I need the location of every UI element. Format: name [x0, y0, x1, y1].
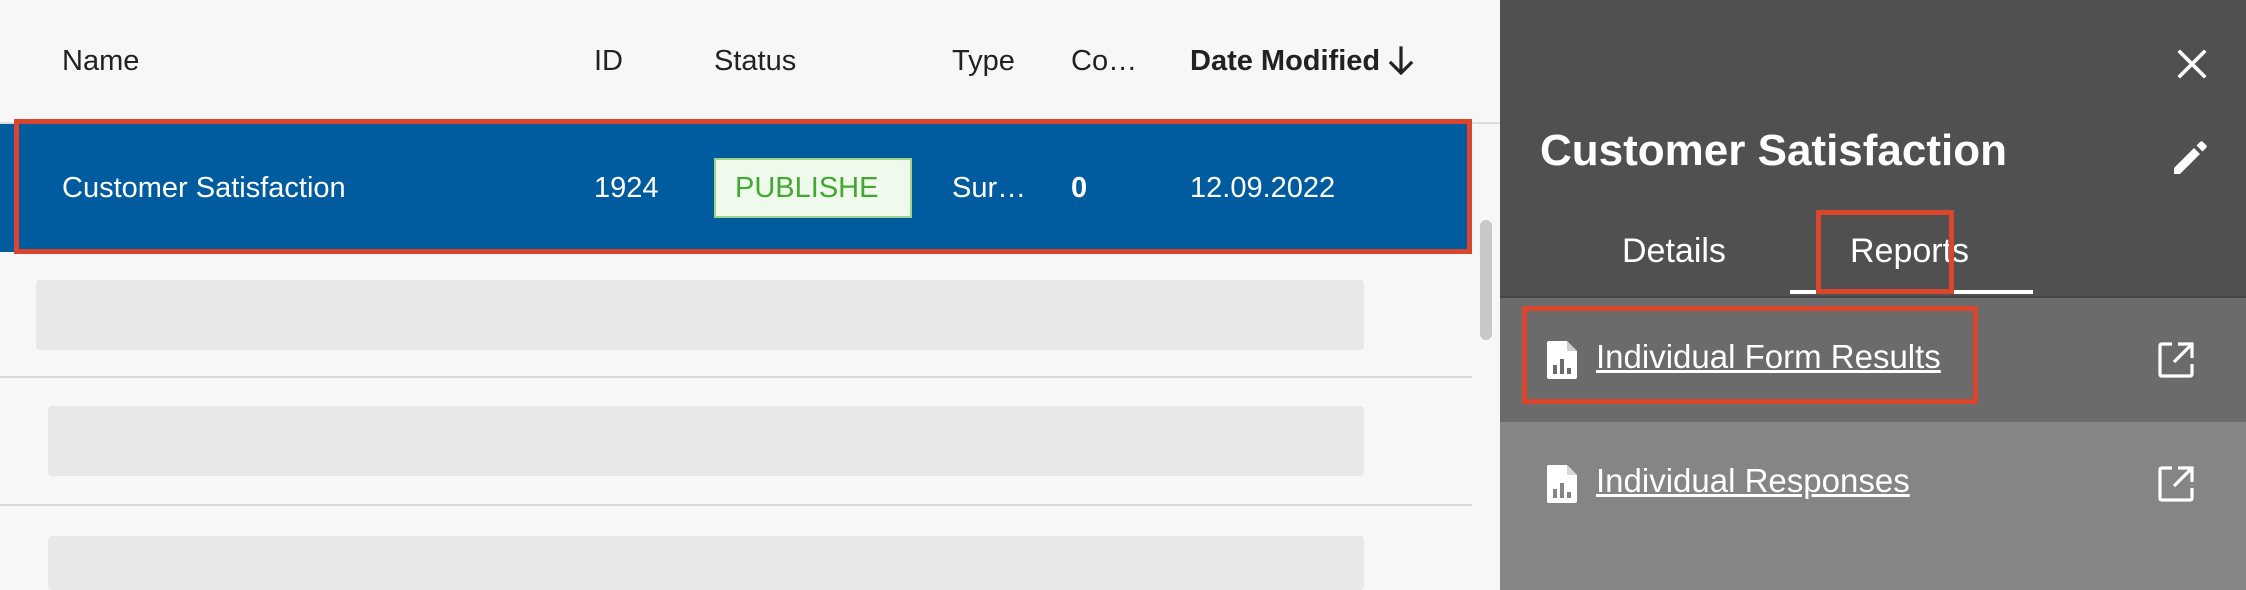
panel-title: Customer Satisfaction — [1540, 126, 2007, 175]
table-row-placeholder — [0, 252, 1472, 380]
column-header-id[interactable]: ID — [594, 44, 623, 78]
table-row-placeholder — [0, 506, 1472, 590]
loading-placeholder — [36, 280, 1364, 350]
details-side-panel: Customer Satisfaction Details Reports In… — [1500, 0, 2246, 590]
scrollbar-thumb[interactable] — [1480, 220, 1492, 340]
loading-placeholder — [48, 536, 1364, 590]
table-row-placeholder — [0, 378, 1472, 506]
column-header-type[interactable]: Type — [952, 44, 1015, 78]
close-icon[interactable] — [2170, 42, 2214, 86]
loading-placeholder — [48, 406, 1364, 476]
status-badge: PUBLISHE — [714, 158, 912, 218]
pencil-icon[interactable] — [2166, 134, 2214, 182]
column-header-name[interactable]: Name — [62, 44, 139, 78]
column-header-date-modified-label: Date Modified — [1190, 45, 1381, 77]
open-external-icon[interactable] — [2156, 340, 2196, 380]
vertical-scrollbar[interactable] — [1472, 124, 1500, 590]
report-link-label[interactable]: Individual Responses — [1596, 462, 1910, 500]
active-tab-indicator — [1790, 290, 2033, 294]
row-name: Customer Satisfaction — [62, 172, 346, 204]
row-count: 0 — [1071, 172, 1088, 204]
open-external-icon[interactable] — [2156, 464, 2196, 504]
report-file-icon — [1547, 465, 1577, 503]
report-file-icon — [1547, 341, 1577, 379]
row-type: Sur… — [952, 172, 1027, 204]
report-item-individual-responses[interactable]: Individual Responses — [1500, 422, 2246, 590]
arrow-down-icon[interactable] — [1386, 44, 1416, 78]
forms-table: Name ID Status Type Co… Date Modified Cu… — [0, 0, 1500, 590]
tab-details[interactable]: Details — [1622, 232, 1726, 271]
report-link-label[interactable]: Individual Form Results — [1596, 338, 1941, 376]
tab-reports[interactable]: Reports — [1850, 232, 1969, 271]
report-item-individual-form-results[interactable]: Individual Form Results — [1500, 298, 2246, 422]
row-id: 1924 — [594, 172, 659, 204]
column-header-status[interactable]: Status — [714, 44, 796, 78]
table-header: Name ID Status Type Co… Date Modified — [0, 0, 1500, 124]
column-header-count[interactable]: Co… — [1071, 44, 1137, 78]
column-header-date-modified[interactable]: Date Modified — [1190, 44, 1416, 78]
row-date-modified: 12.09.2022 — [1190, 172, 1336, 204]
table-row-selected[interactable]: Customer Satisfaction 1924 PUBLISHE Sur…… — [0, 124, 1472, 252]
